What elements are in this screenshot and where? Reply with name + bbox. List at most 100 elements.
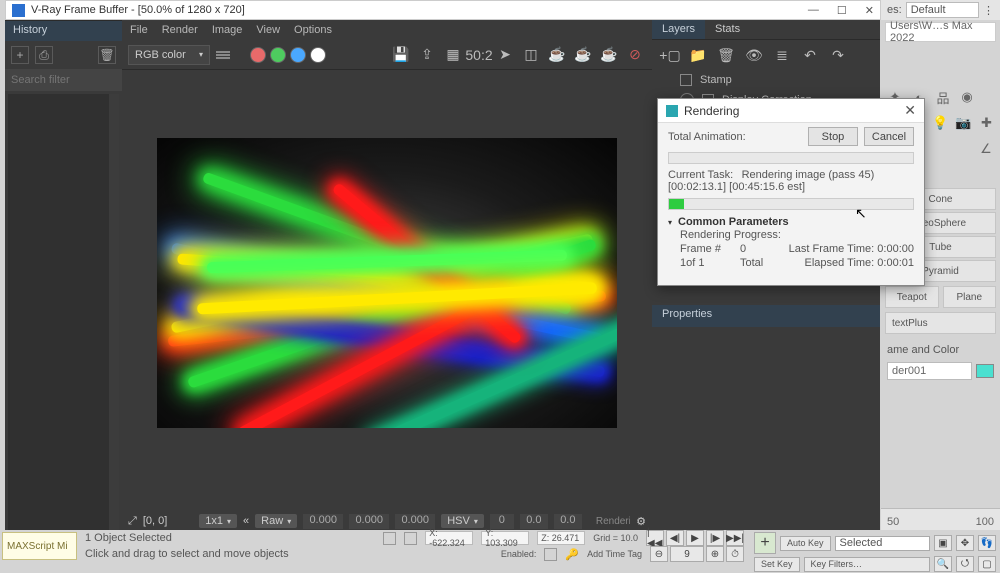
render-status-text: Rendering image (pass: [588, 516, 630, 527]
ruler-tick: 100: [976, 516, 994, 528]
red-channel-dot[interactable]: [250, 47, 266, 63]
tag-icon[interactable]: 🔑: [565, 548, 579, 561]
task-progress-fill: [669, 199, 684, 209]
raw-chip[interactable]: Raw▾: [255, 514, 297, 528]
stop-icon[interactable]: ⊘: [624, 44, 646, 66]
layer-add-icon[interactable]: +▢: [660, 45, 680, 65]
key-prev-icon[interactable]: ⊖: [650, 546, 668, 562]
frame-field[interactable]: 9: [670, 546, 704, 562]
cmd-motion-icon[interactable]: ◉: [957, 87, 977, 107]
teapot-lock-icon[interactable]: ☕: [572, 44, 594, 66]
enabled-toggle[interactable]: [544, 548, 557, 561]
teapot-icon[interactable]: ☕: [546, 44, 568, 66]
render-viewport: [122, 70, 652, 510]
prev-frame-icon[interactable]: ◀|: [666, 530, 684, 546]
dialog-close-icon[interactable]: ✕: [904, 102, 916, 119]
viewcube-icon[interactable]: ▣: [934, 535, 952, 551]
tab-stats[interactable]: Stats: [705, 20, 750, 39]
play-icon[interactable]: ▶: [686, 530, 704, 546]
obj-textplus[interactable]: textPlus: [885, 312, 996, 334]
layer-list-icon[interactable]: ≣: [772, 45, 792, 65]
layer-undo-icon[interactable]: ↶: [800, 45, 820, 65]
angle-icon[interactable]: ∠: [976, 139, 996, 159]
history-add-icon[interactable]: +: [11, 46, 29, 64]
maxview-icon[interactable]: ▢: [978, 556, 996, 572]
color-swatch[interactable]: [976, 364, 994, 378]
keyfilters-button[interactable]: Key Filters…: [804, 557, 930, 572]
project-path[interactable]: Users\W…s Max 2022: [885, 22, 996, 42]
layer-folder-icon[interactable]: 📁: [688, 45, 708, 65]
close-button[interactable]: ✕: [865, 4, 874, 17]
pointer-icon[interactable]: ➤: [494, 44, 516, 66]
zoom-chip[interactable]: 1x1▾: [199, 514, 237, 528]
menu-view[interactable]: View: [256, 24, 280, 36]
properties-header: Properties: [652, 305, 880, 327]
obj-plane[interactable]: Plane: [943, 286, 997, 308]
save-icon[interactable]: 💾: [390, 44, 412, 66]
teapot-render-icon[interactable]: ☕: [598, 44, 620, 66]
setkey-button[interactable]: Set Key: [754, 557, 800, 572]
obj-teapot[interactable]: Teapot: [885, 286, 939, 308]
cancel-button[interactable]: Cancel: [864, 127, 914, 146]
menu-image[interactable]: Image: [212, 24, 243, 36]
common-params-header[interactable]: ▾ Common Parameters: [668, 216, 914, 228]
preset-menu-icon[interactable]: ⋮: [983, 4, 994, 17]
layer-eye-icon[interactable]: 👁: [744, 45, 764, 65]
history-save-icon[interactable]: ⎙: [35, 46, 53, 64]
chevron-down-icon: ▾: [668, 218, 672, 227]
stop-button[interactable]: Stop: [808, 127, 858, 146]
lock-icon[interactable]: [383, 532, 396, 545]
helper-icon[interactable]: ✚: [977, 113, 996, 133]
zoom-collapse-icon[interactable]: «: [243, 515, 249, 527]
menu-render[interactable]: Render: [162, 24, 198, 36]
history-trash-icon[interactable]: 🗑: [98, 46, 116, 64]
region-icon[interactable]: ◫: [520, 44, 542, 66]
snap-icon[interactable]: [404, 532, 417, 545]
channel-selector[interactable]: RGB color ▾: [128, 45, 210, 65]
channel-list-icon[interactable]: [214, 46, 232, 64]
walk-icon[interactable]: 👣: [978, 535, 996, 551]
maximize-button[interactable]: ☐: [837, 4, 847, 17]
window-titlebar: V-Ray Frame Buffer - [50.0% of 1280 x 72…: [5, 0, 881, 20]
object-name-field[interactable]: der001: [887, 362, 972, 380]
settings-icon[interactable]: ⚙: [636, 515, 646, 528]
history-scrollbar[interactable]: [109, 94, 119, 534]
next-frame-icon[interactable]: |▶: [706, 530, 724, 546]
expand-icon[interactable]: ⤢: [128, 515, 137, 528]
mono-channel-dot[interactable]: [310, 47, 326, 63]
lights-icon[interactable]: 💡: [931, 113, 950, 133]
zoom-label[interactable]: 50:2: [468, 44, 490, 66]
export-icon[interactable]: ⇪: [416, 44, 438, 66]
add-time-tag[interactable]: Add Time Tag: [587, 549, 642, 559]
timeconfig-icon[interactable]: ⏱: [726, 546, 744, 562]
green-channel-dot[interactable]: [270, 47, 286, 63]
minimize-button[interactable]: —: [808, 4, 819, 17]
timeline-ruler[interactable]: 50 100: [881, 508, 1000, 530]
preset-dropdown[interactable]: Default: [906, 2, 979, 18]
keymode-dropdown[interactable]: Selected: [835, 536, 930, 551]
chevron-down-icon: ▾: [199, 50, 203, 59]
goto-end-icon[interactable]: ▶▶|: [726, 530, 744, 546]
goto-start-icon[interactable]: |◀◀: [646, 530, 664, 546]
layer-trash-icon[interactable]: 🗑: [716, 45, 736, 65]
orbit-icon[interactable]: ⭯: [956, 556, 974, 572]
render-canvas[interactable]: [157, 138, 617, 428]
menu-options[interactable]: Options: [294, 24, 332, 36]
cam-icon[interactable]: 📷: [954, 113, 973, 133]
pan-icon[interactable]: ✥: [956, 535, 974, 551]
history-search[interactable]: 🔍 ▾: [5, 69, 122, 91]
vfb-toolbar: RGB color ▾ 💾 ⇪ ▦ 50:2 ➤ ◫ ☕ ☕ ☕ ⊘: [122, 40, 652, 70]
blue-channel-dot[interactable]: [290, 47, 306, 63]
menu-file[interactable]: File: [130, 24, 148, 36]
add-key-icon[interactable]: +: [754, 532, 776, 554]
cmd-hierarchy-icon[interactable]: 品: [933, 87, 953, 107]
layer-item-stamp[interactable]: Stamp: [652, 70, 880, 90]
tab-layers[interactable]: Layers: [652, 20, 705, 39]
key-next-icon[interactable]: ⊕: [706, 546, 724, 562]
grid-icon[interactable]: ▦: [442, 44, 464, 66]
hsv-chip[interactable]: HSV▾: [441, 514, 484, 528]
zoom-icon[interactable]: 🔍: [934, 556, 952, 572]
autokey-button[interactable]: Auto Key: [780, 536, 831, 551]
maxscript-listener[interactable]: MAXScript Mi: [2, 532, 77, 560]
layer-redo-icon[interactable]: ↷: [828, 45, 848, 65]
